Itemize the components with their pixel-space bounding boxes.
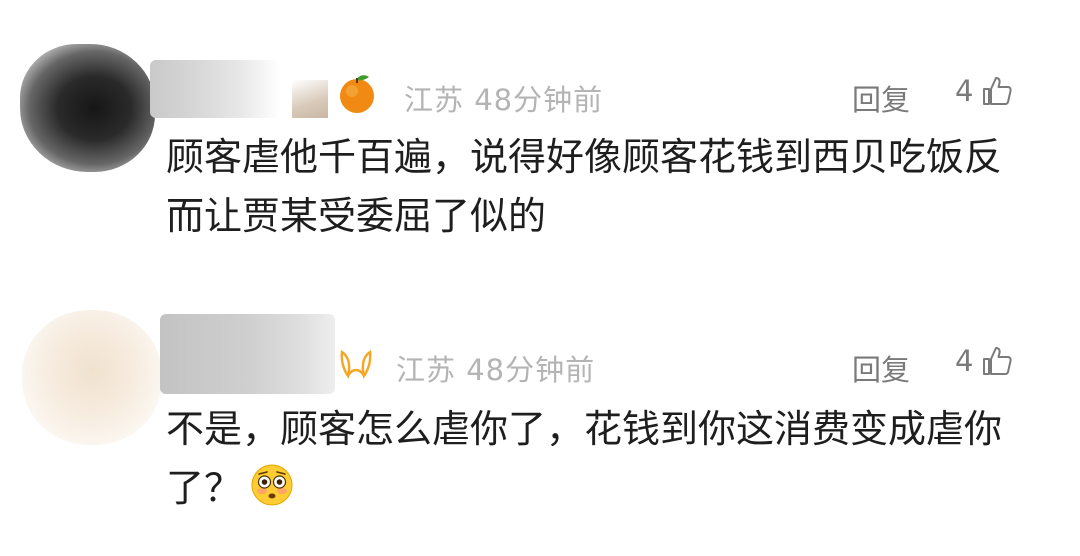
thumbs-up-icon xyxy=(983,77,1013,105)
orange-ribbon-icon xyxy=(338,345,374,383)
comment-meta: 江苏 48分钟前 xyxy=(404,77,603,119)
thumbs-up-icon xyxy=(983,347,1013,375)
username-redacted[interactable] xyxy=(150,60,280,118)
reply-button[interactable]: 回复 xyxy=(852,347,910,389)
orange-fruit-icon xyxy=(334,70,380,116)
avatar[interactable] xyxy=(22,310,162,445)
timestamp-text: 48分钟前 xyxy=(474,83,604,117)
comment-meta: 江苏 48分钟前 xyxy=(396,347,595,389)
comment-item: 江苏 48分钟前 回复 4 顾客虐他千百遍，说得好像顾客花钱到西贝吃饭反而让贾某… xyxy=(0,0,1080,290)
location-text: 江苏 xyxy=(404,83,465,117)
like-button[interactable]: 4 xyxy=(955,74,1013,108)
avatar[interactable] xyxy=(20,44,155,172)
reply-button[interactable]: 回复 xyxy=(852,77,910,119)
like-count: 4 xyxy=(955,344,974,378)
location-text: 江苏 xyxy=(396,353,457,387)
like-button[interactable]: 4 xyxy=(955,344,1013,378)
flushed-face-emoji xyxy=(251,464,293,506)
like-count: 4 xyxy=(955,74,974,108)
timestamp-text: 48分钟前 xyxy=(466,353,596,387)
comment-content: 不是，顾客怎么虐你了，花钱到你这消费变成虐你了？ xyxy=(166,400,1036,518)
comment-item: 江苏 48分钟前 回复 4 不是，顾客怎么虐你了，花钱到你这消费变成虐你了？ xyxy=(0,290,1080,556)
comment-content: 顾客虐他千百遍，说得好像顾客花钱到西贝吃饭反而让贾某受委屈了似的 xyxy=(166,135,1003,238)
username-redacted[interactable] xyxy=(160,314,335,394)
badge-decoration xyxy=(292,80,328,118)
